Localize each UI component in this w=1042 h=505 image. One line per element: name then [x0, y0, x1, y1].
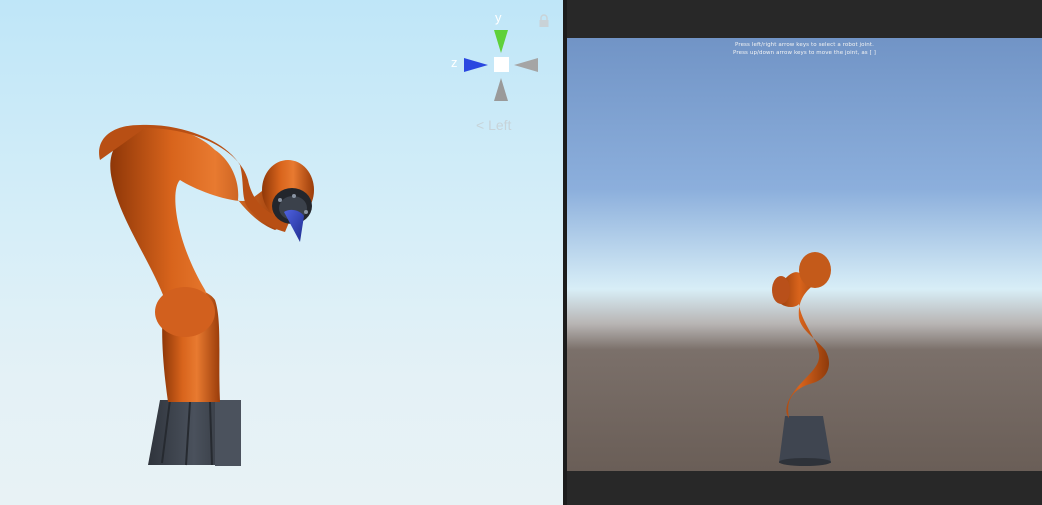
instruction-line-1: Press left/right arrow keys to select a …	[735, 42, 874, 48]
scene-view[interactable]: y z < Left	[0, 0, 563, 505]
gizmo-neg-z-axis[interactable]	[514, 58, 538, 72]
game-robot-wrist	[772, 276, 790, 304]
game-robot-base	[779, 416, 831, 463]
instruction-line-2: Press up/down arrow keys to move the joi…	[733, 50, 876, 56]
gizmo-center-cube[interactable]	[494, 57, 509, 72]
game-robot-head	[799, 252, 831, 288]
view-name: Left	[488, 117, 512, 133]
game-toolbar	[567, 0, 1042, 38]
gizmo-z-label: z	[451, 55, 458, 70]
game-scene	[567, 38, 1042, 471]
lock-icon[interactable]	[538, 14, 550, 28]
game-status-bar	[567, 471, 1042, 505]
view-arrow: <	[476, 117, 485, 133]
gizmo-neg-y-axis[interactable]	[494, 78, 508, 101]
gizmo-z-axis[interactable]	[464, 58, 488, 72]
gizmo-y-axis[interactable]	[494, 30, 508, 53]
view-orientation-label[interactable]: < Left	[476, 117, 511, 133]
game-panel: Press left/right arrow keys to select a …	[567, 0, 1042, 505]
gizmo-y-label: y	[495, 10, 502, 25]
view-gizmo[interactable]	[0, 0, 563, 505]
game-view[interactable]: Press left/right arrow keys to select a …	[567, 38, 1042, 471]
